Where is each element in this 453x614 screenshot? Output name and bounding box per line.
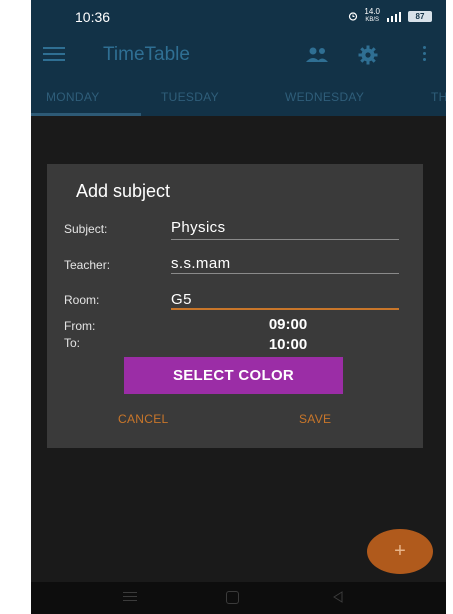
app-title: TimeTable bbox=[103, 44, 190, 65]
room-label: Room: bbox=[64, 293, 100, 307]
teacher-label: Teacher: bbox=[64, 258, 111, 272]
network-speed-unit: KB/S bbox=[365, 17, 380, 23]
network-speed-value: 14.0 bbox=[364, 7, 380, 16]
room-field-underline bbox=[171, 308, 399, 310]
back-icon[interactable] bbox=[331, 590, 345, 604]
tab-wednesday[interactable]: WEDNESDAY bbox=[285, 90, 364, 104]
select-color-button[interactable]: SELECT COLOR bbox=[124, 357, 343, 394]
home-icon[interactable] bbox=[226, 591, 239, 604]
menu-icon[interactable] bbox=[43, 47, 65, 63]
add-subject-dialog: Add subject Subject: Physics Teacher: s.… bbox=[47, 164, 423, 448]
to-time[interactable]: 10:00 bbox=[243, 336, 333, 353]
subject-label: Subject: bbox=[64, 222, 108, 236]
add-subject-fab[interactable]: + bbox=[367, 529, 433, 574]
teacher-field[interactable]: s.s.mam bbox=[171, 255, 230, 272]
alarm-icon bbox=[349, 12, 358, 21]
from-label: From: bbox=[64, 319, 96, 333]
subject-field[interactable]: Physics bbox=[171, 219, 225, 236]
subject-field-underline bbox=[171, 239, 399, 240]
dialog-title: Add subject bbox=[76, 181, 171, 201]
from-time[interactable]: 09:00 bbox=[243, 316, 333, 333]
cancel-button[interactable]: CANCEL bbox=[118, 412, 168, 426]
signal-icon bbox=[387, 11, 401, 22]
network-speed: 14.0 KB/S bbox=[364, 8, 380, 24]
room-field[interactable]: G5 bbox=[171, 291, 192, 308]
status-icons: 14.0 KB/S 87 bbox=[348, 8, 432, 24]
gear-icon[interactable] bbox=[358, 45, 378, 65]
teacher-field-underline bbox=[171, 273, 399, 274]
tab-monday[interactable]: MONDAY bbox=[46, 90, 100, 104]
tab-tuesday[interactable]: TUESDAY bbox=[161, 90, 219, 104]
tab-bar: MONDAY TUESDAY WEDNESDAY TH bbox=[31, 76, 446, 116]
tab-thursday[interactable]: TH bbox=[431, 90, 446, 104]
to-label: To: bbox=[64, 336, 81, 350]
phone-screen: 10:36 14.0 KB/S 87 TimeTable MONDAY TUES… bbox=[31, 0, 446, 614]
tab-selected-indicator bbox=[31, 113, 141, 116]
recents-icon[interactable] bbox=[123, 592, 137, 604]
save-button[interactable]: SAVE bbox=[299, 412, 331, 426]
status-time: 10:36 bbox=[75, 9, 111, 25]
status-bar: 10:36 14.0 KB/S 87 bbox=[31, 0, 446, 34]
more-options-icon[interactable] bbox=[421, 46, 427, 64]
battery-icon: 87 bbox=[408, 10, 432, 22]
people-icon[interactable] bbox=[305, 46, 329, 64]
navigation-bar bbox=[31, 582, 446, 614]
app-bar: TimeTable bbox=[31, 34, 446, 76]
